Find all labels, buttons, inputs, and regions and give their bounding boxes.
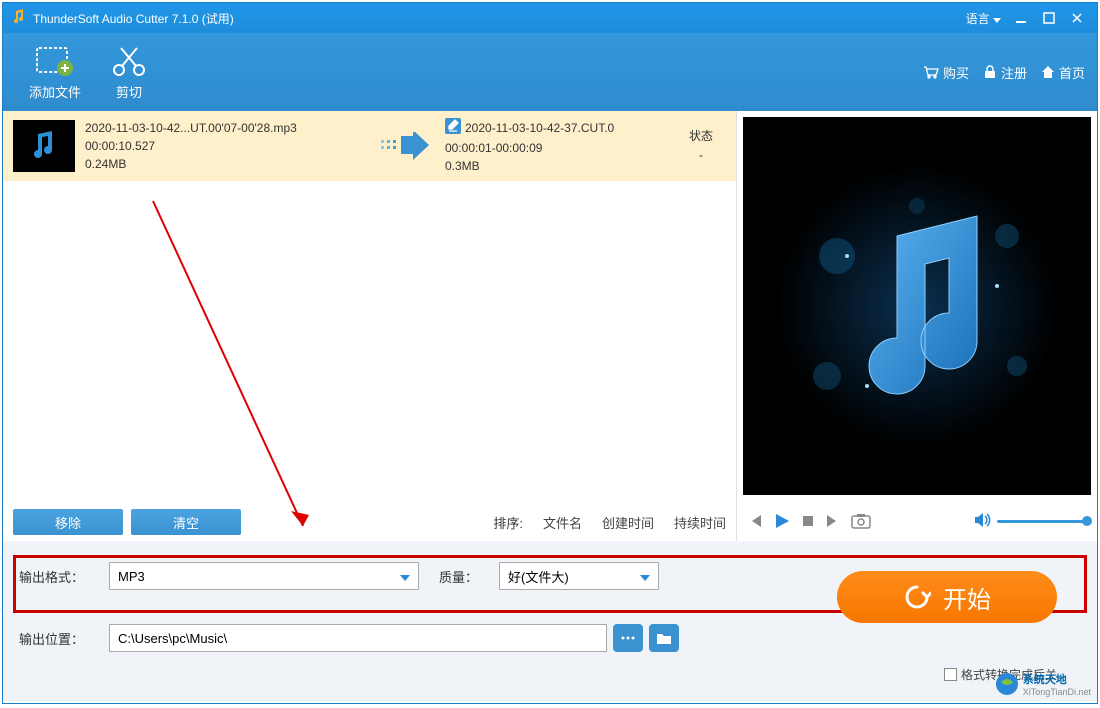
play-button[interactable]: [773, 512, 791, 530]
cut-button[interactable]: 剪切: [95, 40, 163, 105]
app-icon: [11, 9, 27, 28]
sort-by-created[interactable]: 创建时间: [602, 513, 654, 532]
sort-label: 排序:: [493, 513, 523, 532]
refresh-icon: [903, 583, 931, 611]
output-size: 0.3MB: [445, 157, 666, 175]
stop-button[interactable]: [801, 514, 815, 528]
source-duration: 00:00:10.527: [85, 137, 365, 155]
add-file-button[interactable]: 添加文件: [15, 40, 95, 105]
home-link[interactable]: 首页: [1041, 63, 1085, 82]
prev-button[interactable]: [747, 513, 763, 529]
output-path-input[interactable]: C:\Users\pc\Music\: [109, 624, 607, 652]
title-bar: ThunderSoft Audio Cutter 7.1.0 (试用) 语言: [3, 3, 1097, 33]
shutdown-label: 格式转换完成后关: [961, 666, 1057, 683]
output-info: 2020-11-03-10-42-37.CUT.0 00:00:01-00:00…: [445, 118, 666, 175]
chevron-down-icon: [640, 569, 650, 584]
remove-button[interactable]: 移除: [13, 509, 123, 535]
home-icon: [1041, 65, 1055, 79]
source-size: 0.24MB: [85, 155, 365, 173]
cart-icon: [923, 65, 939, 79]
scissors-icon: [109, 44, 149, 78]
shutdown-checkbox[interactable]: [944, 668, 957, 681]
cut-label: 剪切: [116, 82, 142, 101]
format-label: 输出格式：: [19, 567, 109, 586]
register-link[interactable]: 注册: [983, 63, 1027, 82]
edit-icon[interactable]: [445, 118, 461, 139]
minimize-button[interactable]: [1009, 8, 1033, 28]
thumbnail: [13, 120, 75, 172]
sort-by-filename[interactable]: 文件名: [543, 513, 582, 532]
open-folder-button[interactable]: [649, 624, 679, 652]
clear-button[interactable]: 清空: [131, 509, 241, 535]
player-controls: [737, 501, 1097, 541]
quality-select[interactable]: 好(文件大): [499, 562, 659, 590]
file-list: 2020-11-03-10-42...UT.00'07-00'28.mp3 00…: [3, 111, 736, 503]
annotation-arrow: [143, 191, 343, 551]
arrow-icon: [375, 132, 435, 160]
format-select[interactable]: MP3: [109, 562, 419, 590]
volume-icon[interactable]: [973, 512, 991, 531]
sort-by-duration[interactable]: 持续时间: [674, 513, 726, 532]
language-menu[interactable]: 语言: [966, 10, 1001, 27]
status-header: 状态: [676, 127, 726, 146]
maximize-button[interactable]: [1037, 8, 1061, 28]
quality-label: 质量：: [439, 567, 499, 586]
add-file-label: 添加文件: [29, 82, 81, 101]
list-item[interactable]: 2020-11-03-10-42...UT.00'07-00'28.mp3 00…: [3, 111, 736, 181]
window-title: ThunderSoft Audio Cutter 7.1.0 (试用): [33, 10, 966, 27]
volume-slider[interactable]: [997, 520, 1087, 523]
add-file-icon: [35, 44, 75, 78]
preview-pane: [743, 117, 1091, 495]
start-button[interactable]: 开始: [837, 571, 1057, 623]
next-button[interactable]: [825, 513, 841, 529]
toolbar: 添加文件 剪切 购买 注册 首页: [3, 33, 1097, 111]
buy-link[interactable]: 购买: [923, 63, 969, 82]
chevron-down-icon: [400, 569, 410, 584]
lock-icon: [983, 65, 997, 79]
close-button[interactable]: [1065, 8, 1089, 28]
output-range: 00:00:01-00:00:09: [445, 139, 666, 157]
browse-button[interactable]: [613, 624, 643, 652]
output-panel: 输出格式： MP3 质量： 好(文件大) 输出位置： C:\Users\pc\M…: [3, 541, 1097, 701]
output-filename: 2020-11-03-10-42-37.CUT.0: [465, 119, 614, 137]
snapshot-button[interactable]: [851, 513, 871, 529]
status-value: -: [676, 146, 726, 165]
output-path-label: 输出位置：: [19, 629, 109, 648]
source-filename: 2020-11-03-10-42...UT.00'07-00'28.mp3: [85, 119, 365, 137]
source-info: 2020-11-03-10-42...UT.00'07-00'28.mp3 00…: [85, 119, 365, 173]
